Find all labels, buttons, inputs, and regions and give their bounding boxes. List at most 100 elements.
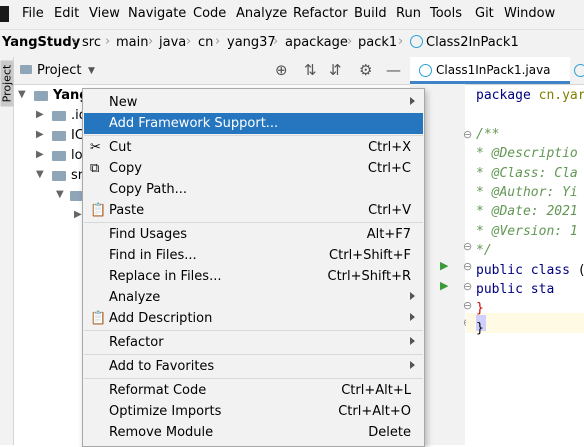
chevron-right-icon[interactable]: ▶ <box>36 149 44 160</box>
breadcrumb-cn[interactable]: cn <box>198 35 213 50</box>
gear-icon[interactable]: ⚙ <box>359 61 372 79</box>
code-line: } <box>476 301 484 317</box>
menu-tools[interactable]: Tools <box>430 6 462 21</box>
hide-icon[interactable]: — <box>386 61 401 79</box>
project-tool-window-button[interactable]: Project <box>0 60 14 107</box>
code-line: * @Version: 1 <box>476 223 578 239</box>
chevron-right-icon[interactable]: ▶ <box>74 209 82 220</box>
menu-divider <box>84 222 423 223</box>
menu-item-new[interactable]: New <box>84 92 423 113</box>
tab-class1inpack1[interactable]: Class1InPack1.java <box>410 57 570 84</box>
menu-item-add-to-favorites[interactable]: Add to Favorites <box>84 356 423 377</box>
code-line: * @Author: Yi <box>476 185 578 200</box>
menu-file[interactable]: File <box>22 6 44 21</box>
menu-build[interactable]: Build <box>354 6 387 21</box>
menu-item-optimize-imports[interactable]: Optimize Imports Ctrl+Alt+O <box>84 401 423 422</box>
chevron-down-icon[interactable]: ▼ <box>88 66 95 76</box>
collapse-all-icon[interactable]: ⇵ <box>329 61 342 79</box>
folder-icon <box>52 151 66 161</box>
menu-item-paste[interactable]: 📋 Paste Ctrl+V <box>84 200 423 221</box>
menu-item-add-description[interactable]: 📋 Add Description <box>84 308 423 329</box>
fold-icon[interactable]: ⊖ <box>463 128 472 141</box>
menu-analyze[interactable]: Analyze <box>236 6 287 21</box>
menu-item-cut[interactable]: ✂ Cut Ctrl+X <box>84 137 423 158</box>
class-icon <box>419 64 432 77</box>
menu-item-label: Add Framework Support... <box>109 116 279 131</box>
chevron-down-icon[interactable]: ▼ <box>18 89 26 100</box>
breadcrumb-src[interactable]: src <box>82 35 101 50</box>
project-view-selector[interactable]: Project <box>37 63 81 78</box>
breadcrumb-yang37[interactable]: yang37 <box>227 35 276 50</box>
menu-item-replace-in-files[interactable]: Replace in Files... Ctrl+Shift+R <box>84 266 423 287</box>
chevron-down-icon[interactable]: ▼ <box>56 189 64 200</box>
menu-item-find-in-files[interactable]: Find in Files... Ctrl+Shift+F <box>84 245 423 266</box>
chevron-right-icon[interactable]: ▶ <box>36 129 44 140</box>
menu-item-remove-module[interactable]: Remove Module Delete <box>84 422 423 443</box>
code-line: /** <box>476 126 500 142</box>
app-logo-icon <box>0 6 9 22</box>
breadcrumb-separator: › <box>72 34 78 49</box>
menu-item-label: New <box>109 95 138 110</box>
menu-item-find-usages[interactable]: Find Usages Alt+F7 <box>84 224 423 245</box>
menu-item-reformat-code[interactable]: Reformat Code Ctrl+Alt+L <box>84 380 423 401</box>
menu-item-label: Add Description <box>109 311 213 326</box>
copy-icon: ⧉ <box>90 161 100 176</box>
menu-refactor[interactable]: Refactor <box>293 6 348 21</box>
menu-git[interactable]: Git <box>475 6 494 21</box>
breadcrumb-main[interactable]: main <box>116 35 148 50</box>
menu-item-refactor[interactable]: Refactor <box>84 332 423 353</box>
breadcrumb-file[interactable]: Class2InPack1 <box>410 35 519 50</box>
folder-icon <box>52 111 66 121</box>
tab-label: Class1InPack1.java <box>436 63 551 77</box>
breadcrumb-pack1[interactable]: pack1 <box>358 35 397 50</box>
class-icon <box>410 35 423 48</box>
run-icon[interactable]: ▶ <box>440 259 448 272</box>
folder-icon <box>34 91 48 101</box>
breadcrumb-apackage[interactable]: apackage <box>285 35 348 50</box>
chevron-right-icon[interactable]: ▶ <box>36 109 44 120</box>
breadcrumb-project[interactable]: YangStudy <box>2 35 80 50</box>
menu-edit[interactable]: Edit <box>54 6 79 21</box>
breadcrumb-separator: › <box>347 34 353 49</box>
menu-item-label: Cut <box>109 140 132 155</box>
menu-window[interactable]: Window <box>504 6 555 21</box>
submenu-arrow-icon <box>410 337 415 345</box>
class-icon <box>574 64 584 77</box>
menu-item-analyze[interactable]: Analyze <box>84 287 423 308</box>
project-panel-header: Project ▼ ⊕ ⇅ ⇵ ⚙ — <box>14 57 410 85</box>
menu-navigate[interactable]: Navigate <box>128 6 186 21</box>
menu-item-add-framework-support[interactable]: Add Framework Support... <box>84 113 423 134</box>
submenu-arrow-icon <box>410 361 415 369</box>
run-icon[interactable]: ▶ <box>440 279 448 292</box>
menu-item-label: Add to Favorites <box>109 359 215 374</box>
breadcrumb-separator: › <box>148 34 154 49</box>
menu-view[interactable]: View <box>89 6 120 21</box>
menu-item-shortcut: Alt+F7 <box>366 227 411 242</box>
context-menu: New Add Framework Support... ✂ Cut Ctrl+X ⧉ Co… <box>82 88 425 447</box>
breadcrumb-java[interactable]: java <box>159 35 186 50</box>
submenu-arrow-icon <box>410 292 415 300</box>
menu-item-shortcut: Ctrl+Alt+L <box>341 383 411 398</box>
fold-icon[interactable]: ⊖ <box>463 260 472 273</box>
fold-icon[interactable]: ⊖ <box>463 299 472 312</box>
breadcrumb-separator: › <box>186 34 192 49</box>
code-line: public sta <box>476 282 554 297</box>
tab-class2inpack1[interactable] <box>572 57 584 84</box>
fold-icon[interactable]: ⊖ <box>463 280 472 293</box>
menu-item-copy-path[interactable]: Copy Path... <box>84 179 423 200</box>
expand-all-icon[interactable]: ⇅ <box>304 61 317 79</box>
tool-window-stripe: Project <box>0 57 14 445</box>
chevron-down-icon[interactable]: ▼ <box>36 169 44 180</box>
fold-icon[interactable]: ⊖ <box>463 240 472 253</box>
clipboard-icon: 📋 <box>90 311 107 326</box>
code-keyword: package <box>476 88 539 103</box>
menu-divider <box>84 378 423 379</box>
menu-bar: File Edit View Navigate Code Analyze Ref… <box>0 0 584 29</box>
menu-item-copy[interactable]: ⧉ Copy Ctrl+C <box>84 158 423 179</box>
locate-icon[interactable]: ⊕ <box>275 61 288 79</box>
menu-item-label: Replace in Files... <box>109 269 222 284</box>
menu-item-shortcut: Ctrl+V <box>368 203 411 218</box>
menu-run[interactable]: Run <box>396 6 421 21</box>
menu-divider <box>84 135 423 136</box>
menu-code[interactable]: Code <box>193 6 226 21</box>
